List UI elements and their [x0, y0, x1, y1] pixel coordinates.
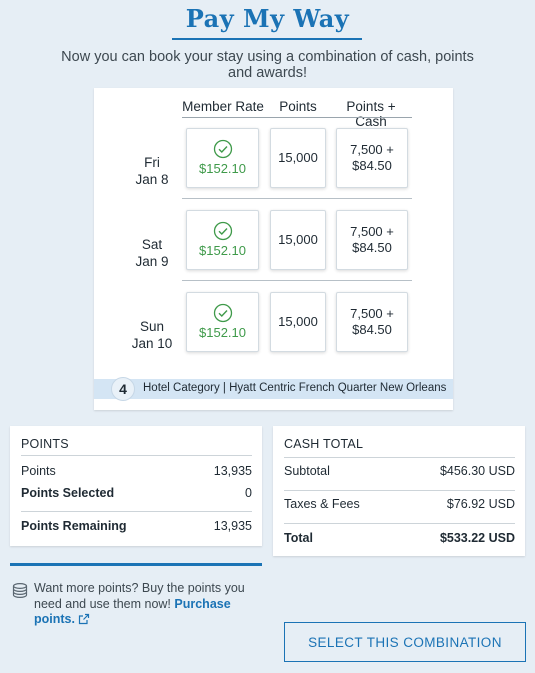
rate-grid: Member Rate Points Points + Cash Fri Jan…: [94, 88, 453, 410]
page-title: Pay My Way: [185, 4, 350, 33]
page-subtitle: Now you can book your stay using a combi…: [61, 49, 474, 81]
cash-total-panel: CASH TOTAL Subtotal $456.30 USD Taxes & …: [273, 426, 525, 556]
points-value: 15,000: [278, 150, 318, 165]
points-cash-points: 7,500 +: [350, 224, 394, 239]
row-date-2: Sat Jan 9: [122, 236, 182, 270]
member-rate-cell-1[interactable]: $152.10: [186, 128, 259, 188]
header-divider: [182, 117, 412, 118]
date: Jan 10: [131, 336, 173, 351]
row-date-1: Fri Jan 8: [122, 154, 182, 188]
points-cash-points: 7,500 +: [350, 306, 394, 321]
day-of-week: Sat: [141, 237, 163, 252]
check-circle-icon: [213, 303, 232, 323]
taxes-fees-value: $76.92 USD: [446, 497, 515, 511]
panel-divider: [21, 511, 252, 512]
hotel-category-text: Hotel Category | Hyatt Centric French Qu…: [143, 382, 447, 394]
total-value: $533.22 USD: [439, 531, 515, 545]
points-cash-cash: $84.50: [352, 322, 392, 337]
column-header-points-cash: Points + Cash: [346, 99, 396, 129]
points-cash-cell-3[interactable]: 7,500 + $84.50: [336, 292, 408, 352]
hotel-category-badge: 4: [111, 377, 135, 401]
points-value: 13,935: [213, 464, 252, 478]
title-underline: [172, 38, 362, 40]
points-panel-heading: POINTS: [21, 437, 69, 451]
total-label: Total: [284, 531, 313, 545]
external-link-icon: [78, 613, 90, 625]
promo-divider: [10, 563, 262, 566]
points-cell-2[interactable]: 15,000: [270, 210, 326, 270]
day-of-week: Sun: [139, 319, 165, 334]
points-cash-cell-1[interactable]: 7,500 + $84.50: [336, 128, 408, 188]
coins-icon: [12, 582, 28, 599]
column-header-member-rate: Member Rate: [182, 99, 264, 114]
points-remaining-value: 13,935: [213, 519, 252, 533]
subtotal-label: Subtotal: [284, 464, 330, 478]
check-circle-icon: [213, 221, 232, 241]
select-combination-button[interactable]: SELECT THIS COMBINATION: [284, 622, 526, 662]
points-cash-cash: $84.50: [352, 158, 392, 173]
buy-points-promo: Want more points? Buy the points you nee…: [34, 581, 264, 628]
check-circle-icon: [213, 139, 232, 159]
column-header-points: Points: [279, 99, 317, 114]
points-cash-cash: $84.50: [352, 240, 392, 255]
day-of-week: Fri: [144, 155, 160, 170]
panel-divider: [284, 490, 515, 491]
panel-divider: [284, 457, 515, 458]
points-cash-points: 7,500 +: [350, 142, 394, 157]
member-rate-price: $152.10: [199, 325, 246, 340]
points-cell-1[interactable]: 15,000: [270, 128, 326, 188]
date: Jan 8: [135, 172, 169, 187]
row-divider: [182, 198, 412, 199]
taxes-fees-label: Taxes & Fees: [284, 497, 360, 511]
member-rate-price: $152.10: [199, 161, 246, 176]
panel-divider: [284, 523, 515, 524]
points-cash-cell-2[interactable]: 7,500 + $84.50: [336, 210, 408, 270]
points-remaining-label: Points Remaining: [21, 519, 127, 533]
points-cell-3[interactable]: 15,000: [270, 292, 326, 352]
points-selected-label: Points Selected: [21, 486, 115, 500]
points-label: Points: [21, 464, 56, 478]
cash-panel-heading: CASH TOTAL: [284, 437, 364, 451]
points-selected-value: 0: [245, 486, 252, 500]
date: Jan 9: [135, 254, 169, 269]
points-panel: POINTS Points 13,935 Points Selected 0 P…: [10, 426, 262, 546]
points-value: 15,000: [278, 232, 318, 247]
panel-divider: [21, 455, 252, 456]
subtotal-value: $456.30 USD: [439, 464, 515, 478]
row-divider: [182, 280, 412, 281]
member-rate-price: $152.10: [199, 243, 246, 258]
member-rate-cell-2[interactable]: $152.10: [186, 210, 259, 270]
points-value: 15,000: [278, 314, 318, 329]
row-date-3: Sun Jan 10: [122, 318, 182, 352]
member-rate-cell-3[interactable]: $152.10: [186, 292, 259, 352]
